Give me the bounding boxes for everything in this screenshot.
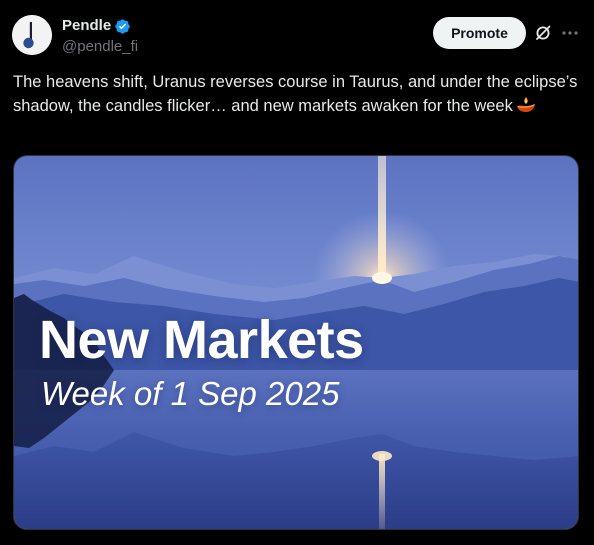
author-display-name[interactable]: Pendle — [62, 17, 111, 35]
author-handle[interactable]: @pendle_fi — [62, 38, 138, 56]
post: Pendle @pendle_fi Promote The heavens sh… — [0, 0, 594, 545]
post-text: The heavens shift, Uranus reverses cours… — [13, 70, 585, 118]
promote-button[interactable]: Promote — [433, 17, 526, 49]
avatar[interactable] — [12, 15, 52, 55]
oil-lamp-icon — [516, 97, 535, 112]
verified-badge-icon — [115, 18, 130, 34]
media-subline: Week of 1 Sep 2025 — [41, 375, 340, 412]
post-image[interactable]: New Markets Week of 1 Sep 2025 — [13, 155, 579, 530]
grok-icon[interactable] — [534, 24, 552, 42]
post-text-content: The heavens shift, Uranus reverses cours… — [13, 73, 578, 115]
media-headline: New Markets — [39, 310, 364, 370]
more-dots-icon[interactable] — [560, 24, 580, 42]
pendle-logo-icon — [12, 15, 52, 55]
author-name-row: Pendle — [62, 17, 131, 35]
